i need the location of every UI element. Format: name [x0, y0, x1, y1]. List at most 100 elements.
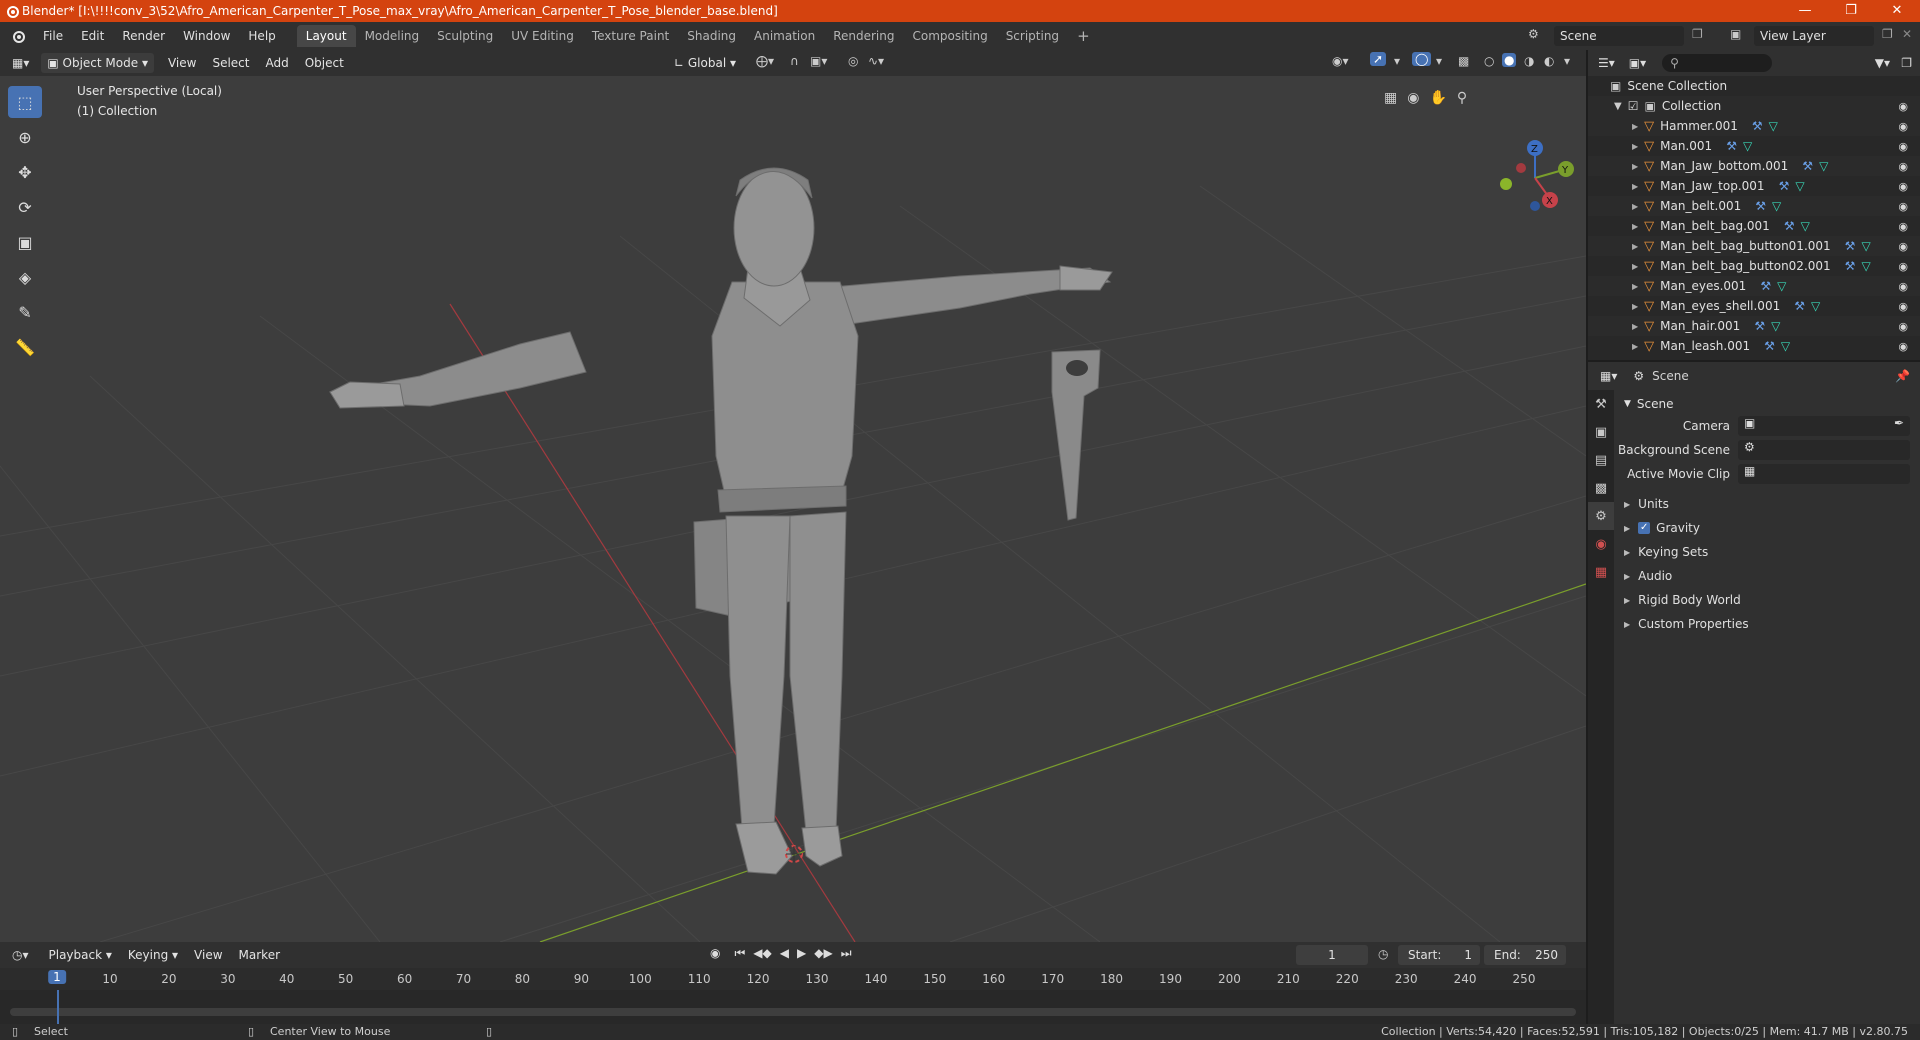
snap-icon[interactable]: ∩	[790, 54, 799, 68]
eyedropper-icon[interactable]: ✒	[1894, 416, 1904, 430]
measure-tool-icon[interactable]: 📏	[8, 331, 42, 363]
mesh-data-icon[interactable]: ▽	[1861, 239, 1870, 253]
gizmo-dropdown-icon[interactable]: ▾	[1394, 54, 1400, 68]
texture-tab-icon[interactable]: ▦	[1588, 558, 1614, 586]
expand-arrow-icon[interactable]: ▶	[1632, 182, 1638, 191]
outliner-editor-type-icon[interactable]: ☰▾	[1598, 56, 1615, 70]
camera-view-icon[interactable]: ◉	[1407, 90, 1419, 106]
menu-render[interactable]: Render	[113, 29, 174, 43]
scene-tab-icon[interactable]: ⚙	[1588, 502, 1614, 530]
3d-viewport[interactable]: Z Y X User Perspective (Local) (1) Colle…	[0, 76, 1586, 942]
record-icon[interactable]: ◉	[710, 946, 720, 961]
outliner-scene-collection[interactable]: ▣ Scene Collection	[1588, 76, 1920, 96]
scene-panel-header[interactable]: ▼ Scene	[1614, 392, 1920, 416]
properties-section-header[interactable]: ▶ Custom Properties	[1614, 612, 1920, 636]
pin-icon[interactable]: 📌	[1895, 369, 1910, 383]
scene-selector[interactable]: Scene	[1554, 26, 1684, 46]
mesh-data-icon[interactable]: ▽	[1801, 219, 1810, 233]
render-tab-icon[interactable]: ▣	[1588, 418, 1614, 446]
gizmo-toggle-icon[interactable]: ➚	[1370, 52, 1387, 66]
close-button[interactable]: ✕	[1874, 0, 1920, 22]
eye-icon[interactable]: ◉	[1898, 180, 1908, 193]
add-workspace-button[interactable]: +	[1068, 23, 1099, 49]
next-keyframe-icon[interactable]: ◆▶	[814, 946, 832, 961]
timeline-menu-keying[interactable]: Keying ▾	[120, 948, 186, 962]
eye-icon[interactable]: ◉	[1898, 260, 1908, 273]
modifier-wrench-icon[interactable]: ⚒	[1754, 319, 1765, 333]
timeline-menu-marker[interactable]: Marker	[231, 948, 288, 962]
proportional-edit-icon[interactable]: ◎	[848, 54, 858, 68]
current-frame-marker[interactable]: 1	[48, 970, 66, 984]
expand-arrow-icon[interactable]: ▶	[1632, 142, 1638, 151]
outliner-object-row[interactable]: ▶ ▽ Man_eyes_shell.001 ⚒ ▽ ◉	[1588, 296, 1920, 316]
expand-arrow-icon[interactable]: ▶	[1632, 322, 1638, 331]
navigation-gizmo[interactable]: Z Y X	[1500, 140, 1574, 211]
outliner-object-row[interactable]: ▶ ▽ Man_belt_bag.001 ⚒ ▽ ◉	[1588, 216, 1920, 236]
xray-icon[interactable]: ▩	[1458, 54, 1469, 68]
tab-layout[interactable]: Layout	[296, 25, 356, 47]
expand-arrow-icon[interactable]: ▶	[1632, 222, 1638, 231]
move-tool-icon[interactable]: ✥	[8, 156, 42, 188]
expand-arrow-icon[interactable]: ▶	[1632, 302, 1638, 311]
jump-start-icon[interactable]: ⏮	[734, 946, 745, 961]
remove-view-layer-icon[interactable]: ✕	[1902, 27, 1912, 41]
eye-icon[interactable]: ◉	[1898, 120, 1908, 133]
annotate-tool-icon[interactable]: ✎	[8, 296, 42, 328]
view-layer-tab-icon[interactable]: ▩	[1588, 474, 1614, 502]
properties-editor-type-icon[interactable]: ▦▾	[1600, 369, 1617, 383]
timeline-editor-type-icon[interactable]: ◷▾	[12, 948, 29, 962]
modifier-wrench-icon[interactable]: ⚒	[1802, 159, 1813, 173]
solid-shading-icon[interactable]: ●	[1502, 53, 1517, 67]
viewport-menu-object[interactable]: Object	[297, 56, 352, 70]
properties-section-header[interactable]: ▶ Rigid Body World	[1614, 588, 1920, 612]
expand-arrow-icon[interactable]: ▶	[1632, 162, 1638, 171]
modifier-wrench-icon[interactable]: ⚒	[1752, 119, 1763, 133]
outliner-object-row[interactable]: ▶ ▽ Man_belt.001 ⚒ ▽ ◉	[1588, 196, 1920, 216]
tab-compositing[interactable]: Compositing	[903, 25, 996, 47]
world-tab-icon[interactable]: ◉	[1588, 530, 1614, 558]
blender-menu-icon[interactable]	[10, 28, 26, 44]
properties-section-header[interactable]: ▶ Audio	[1614, 564, 1920, 588]
zoom-icon[interactable]: ⚲	[1457, 90, 1467, 106]
viewport-menu-view[interactable]: View	[160, 56, 204, 70]
hand-saw-model[interactable]	[1051, 349, 1101, 521]
tab-scripting[interactable]: Scripting	[997, 25, 1068, 47]
menu-window[interactable]: Window	[174, 29, 239, 43]
view-layer-selector[interactable]: View Layer	[1754, 26, 1874, 46]
eye-icon[interactable]: ◉	[1898, 320, 1908, 333]
new-scene-icon[interactable]: ❐	[1692, 27, 1703, 41]
mesh-data-icon[interactable]: ▽	[1781, 339, 1790, 353]
falloff-icon[interactable]: ∿▾	[868, 54, 884, 68]
play-icon[interactable]: ▶	[797, 946, 806, 961]
expand-arrow-icon[interactable]: ▶	[1632, 342, 1638, 351]
new-view-layer-icon[interactable]: ❐	[1882, 27, 1893, 41]
tab-animation[interactable]: Animation	[745, 25, 824, 47]
cursor-tool-icon[interactable]: ⊕	[8, 121, 42, 153]
transform-orientation[interactable]: ∟ Global ▾	[668, 53, 742, 73]
collapse-arrow-icon[interactable]: ▼	[1614, 101, 1622, 112]
end-frame-field[interactable]: End: 250	[1484, 945, 1566, 965]
eye-icon[interactable]: ◉	[1898, 140, 1908, 153]
output-tab-icon[interactable]: ▤	[1588, 446, 1614, 474]
properties-section-header[interactable]: ▶ ✓ Gravity	[1614, 516, 1920, 540]
modifier-wrench-icon[interactable]: ⚒	[1794, 299, 1805, 313]
properties-section-header[interactable]: ▶ Keying Sets	[1614, 540, 1920, 564]
expand-arrow-icon[interactable]: ▶	[1632, 282, 1638, 291]
outliner-collection[interactable]: ▼ ☑ ▣ Collection ◉	[1588, 96, 1920, 116]
modifier-wrench-icon[interactable]: ⚒	[1755, 199, 1766, 213]
outliner-object-row[interactable]: ▶ ▽ Man_leash.001 ⚒ ▽ ◉	[1588, 336, 1920, 356]
frame-ruler[interactable]: 1 10 20 30 40 50 60 70 80 90 100 110 120 130 140 150 160…	[0, 968, 1586, 990]
playhead-line[interactable]	[57, 990, 59, 1024]
prev-keyframe-icon[interactable]: ◀◆	[753, 946, 771, 961]
expand-arrow-icon[interactable]: ▶	[1632, 122, 1638, 131]
outliner-object-row[interactable]: ▶ ▽ Man.001 ⚒ ▽ ◉	[1588, 136, 1920, 156]
eye-icon[interactable]: ◉	[1898, 240, 1908, 253]
eye-icon[interactable]: ◉	[1898, 200, 1908, 213]
maximize-button[interactable]: ❐	[1828, 0, 1874, 22]
timeline-menu-view[interactable]: View	[186, 948, 230, 962]
mesh-data-icon[interactable]: ▽	[1795, 179, 1804, 193]
modifier-wrench-icon[interactable]: ⚒	[1845, 259, 1856, 273]
editor-type-icon[interactable]: ▦▾	[12, 56, 29, 70]
scale-tool-icon[interactable]: ▣	[8, 226, 42, 258]
modifier-wrench-icon[interactable]: ⚒	[1764, 339, 1775, 353]
